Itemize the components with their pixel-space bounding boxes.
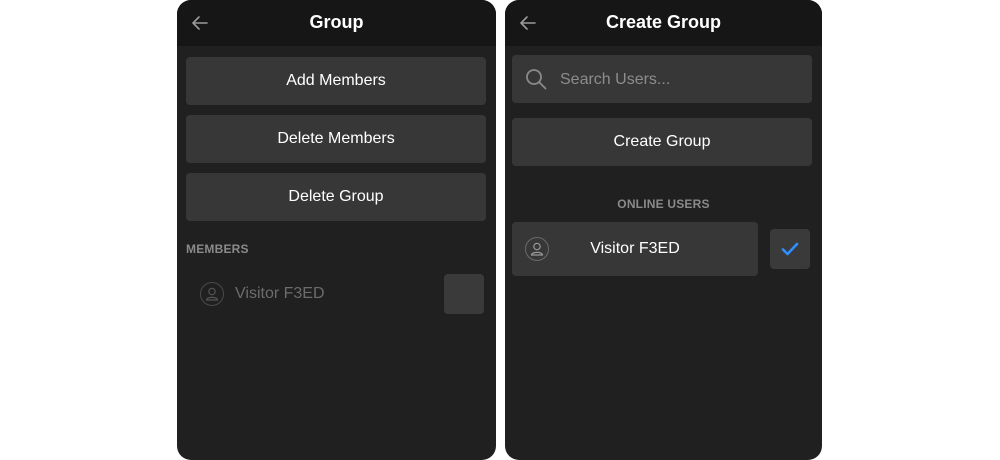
member-select-checkbox[interactable] <box>444 274 484 314</box>
create-group-header: Create Group <box>505 0 822 46</box>
search-icon <box>524 67 548 91</box>
search-box <box>512 55 812 105</box>
search-input[interactable] <box>558 55 802 105</box>
members-section-label: MEMBERS <box>186 242 249 256</box>
group-header: Group <box>177 0 496 46</box>
checkmark-icon <box>781 242 799 256</box>
user-list-item[interactable]: Visitor F3ED <box>512 222 758 276</box>
arrow-left-icon[interactable] <box>519 14 537 32</box>
delete-members-button[interactable]: Delete Members <box>186 115 486 163</box>
online-users-label: ONLINE USERS <box>617 197 710 211</box>
page-title: Group <box>309 12 364 32</box>
group-panel: Group Add Members Delete Members Delete … <box>177 0 496 460</box>
page-title: Create Group <box>605 12 722 32</box>
member-name: Visitor F3ED <box>235 285 325 302</box>
create-group-panel: Create Group Create Group ONLINE USERS V… <box>505 0 822 460</box>
delete-group-button[interactable]: Delete Group <box>186 173 486 221</box>
add-members-button[interactable]: Add Members <box>186 57 486 105</box>
create-group-button[interactable]: Create Group <box>512 118 812 166</box>
user-icon <box>200 282 224 306</box>
user-name: Visitor F3ED <box>590 240 680 257</box>
arrow-left-icon[interactable] <box>191 14 209 32</box>
user-select-checkbox[interactable] <box>770 229 810 269</box>
